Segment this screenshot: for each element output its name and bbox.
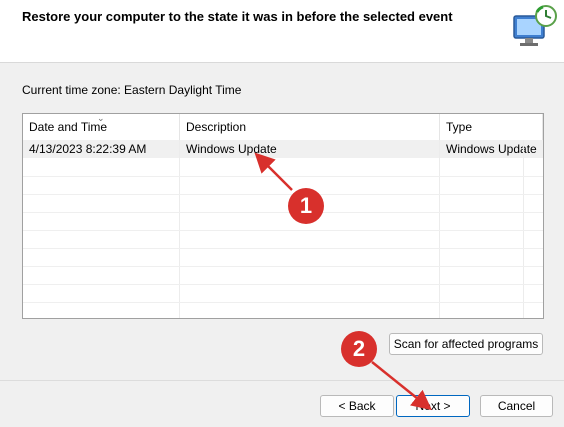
grid-line bbox=[23, 194, 543, 195]
grid-line bbox=[439, 140, 440, 318]
annotation-badge-1: 1 bbox=[288, 188, 324, 224]
grid-line bbox=[523, 140, 524, 318]
footer-divider bbox=[0, 380, 564, 381]
column-header-description[interactable]: Description bbox=[180, 114, 440, 140]
table-header: Date and Time ⌄ Description Type bbox=[23, 114, 543, 141]
column-header-date-label: Date and Time bbox=[29, 120, 108, 134]
cancel-button[interactable]: Cancel bbox=[480, 395, 553, 417]
grid-line bbox=[23, 176, 543, 177]
grid-line bbox=[23, 284, 543, 285]
grid-line bbox=[23, 248, 543, 249]
column-header-type[interactable]: Type bbox=[440, 114, 543, 140]
grid-line bbox=[23, 302, 543, 303]
table-row[interactable]: 4/13/2023 8:22:39 AM Windows Update Wind… bbox=[23, 140, 543, 158]
sort-indicator-icon: ⌄ bbox=[97, 113, 105, 123]
grid-line bbox=[23, 212, 543, 213]
grid-line bbox=[179, 140, 180, 318]
annotation-badge-2: 2 bbox=[341, 331, 377, 367]
next-button[interactable]: Next > bbox=[396, 395, 470, 417]
wizard-header: Restore your computer to the state it wa… bbox=[0, 0, 564, 63]
cell-date: 4/13/2023 8:22:39 AM bbox=[29, 142, 147, 156]
grid-line bbox=[23, 266, 543, 267]
page-title: Restore your computer to the state it wa… bbox=[22, 9, 453, 24]
column-header-date[interactable]: Date and Time ⌄ bbox=[23, 114, 180, 140]
cell-type: Windows Update bbox=[446, 142, 537, 156]
grid-line bbox=[23, 230, 543, 231]
back-button[interactable]: < Back bbox=[320, 395, 394, 417]
cell-description: Windows Update bbox=[186, 142, 277, 156]
timezone-label: Current time zone: Eastern Daylight Time bbox=[22, 83, 242, 97]
system-restore-icon bbox=[513, 5, 557, 46]
scan-affected-programs-button[interactable]: Scan for affected programs bbox=[389, 333, 543, 355]
restore-points-table[interactable]: Date and Time ⌄ Description Type 4/13/20… bbox=[22, 113, 544, 319]
